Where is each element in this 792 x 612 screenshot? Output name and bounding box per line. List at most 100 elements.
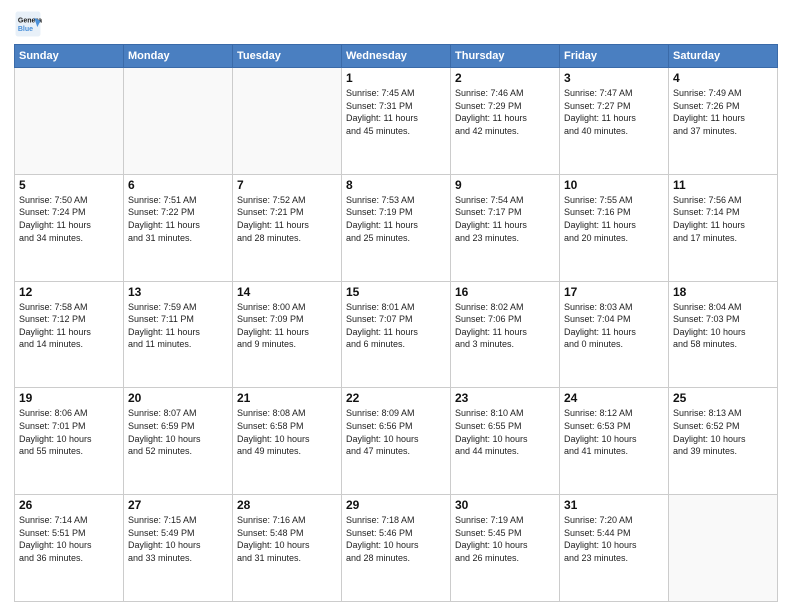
day-info: Sunrise: 7:53 AM Sunset: 7:19 PM Dayligh… bbox=[346, 194, 446, 244]
calendar-cell: 3Sunrise: 7:47 AM Sunset: 7:27 PM Daylig… bbox=[560, 68, 669, 175]
svg-text:Blue: Blue bbox=[18, 26, 33, 33]
calendar-week-0: 1 Sunrise: 7:45 AM Sunset: 7:31 PM Daylig… bbox=[15, 68, 778, 175]
day-info: Sunrise: 8:07 AM Sunset: 6:59 PM Dayligh… bbox=[128, 407, 228, 457]
calendar-cell: 16 Sunrise: 8:02 AM Sunset: 7:06 PM Dayli… bbox=[451, 281, 560, 388]
day-number: 20 bbox=[128, 391, 228, 405]
calendar-cell bbox=[15, 68, 124, 175]
day-number: 24 bbox=[564, 391, 664, 405]
day-number: 8 bbox=[346, 178, 446, 192]
calendar-cell: 4Sunrise: 7:49 AM Sunset: 7:26 PM Daylig… bbox=[669, 68, 778, 175]
day-number: 4 bbox=[673, 71, 773, 85]
calendar-cell: 30 Sunrise: 7:19 AM Sunset: 5:45 PM Dayli… bbox=[451, 495, 560, 602]
day-info: Sunrise: 7:19 AM Sunset: 5:45 PM Dayligh… bbox=[455, 514, 555, 564]
calendar-cell bbox=[233, 68, 342, 175]
calendar-cell: 15 Sunrise: 8:01 AM Sunset: 7:07 PM Dayli… bbox=[342, 281, 451, 388]
calendar-cell: 28Sunrise: 7:16 AM Sunset: 5:48 PM Dayli… bbox=[233, 495, 342, 602]
calendar-cell bbox=[669, 495, 778, 602]
day-info: Sunrise: 8:03 AM Sunset: 7:04 PM Dayligh… bbox=[564, 301, 664, 351]
day-number: 19 bbox=[19, 391, 119, 405]
calendar-header-monday: Monday bbox=[124, 45, 233, 68]
day-number: 25 bbox=[673, 391, 773, 405]
day-number: 17 bbox=[564, 285, 664, 299]
day-number: 27 bbox=[128, 498, 228, 512]
day-info: Sunrise: 8:09 AM Sunset: 6:56 PM Dayligh… bbox=[346, 407, 446, 457]
calendar-header-tuesday: Tuesday bbox=[233, 45, 342, 68]
day-info: Sunrise: 8:02 AM Sunset: 7:06 PM Dayligh… bbox=[455, 301, 555, 351]
day-info: Sunrise: 7:20 AM Sunset: 5:44 PM Dayligh… bbox=[564, 514, 664, 564]
calendar-cell: 18 Sunrise: 8:04 AM Sunset: 7:03 PM Dayli… bbox=[669, 281, 778, 388]
calendar-cell: 20 Sunrise: 8:07 AM Sunset: 6:59 PM Dayli… bbox=[124, 388, 233, 495]
calendar-cell: 2 Sunrise: 7:46 AM Sunset: 7:29 PM Daylig… bbox=[451, 68, 560, 175]
calendar-cell: 23 Sunrise: 8:10 AM Sunset: 6:55 PM Dayli… bbox=[451, 388, 560, 495]
day-info: Sunrise: 8:06 AM Sunset: 7:01 PM Dayligh… bbox=[19, 407, 119, 457]
day-number: 21 bbox=[237, 391, 337, 405]
calendar-cell: 31 Sunrise: 7:20 AM Sunset: 5:44 PM Dayli… bbox=[560, 495, 669, 602]
day-number: 1 bbox=[346, 71, 446, 85]
calendar-cell: 1 Sunrise: 7:45 AM Sunset: 7:31 PM Daylig… bbox=[342, 68, 451, 175]
calendar-header-row: SundayMondayTuesdayWednesdayThursdayFrid… bbox=[15, 45, 778, 68]
day-number: 31 bbox=[564, 498, 664, 512]
calendar-cell: 5Sunrise: 7:50 AM Sunset: 7:24 PM Daylig… bbox=[15, 174, 124, 281]
day-info: Sunrise: 8:00 AM Sunset: 7:09 PM Dayligh… bbox=[237, 301, 337, 351]
calendar-cell: 10 Sunrise: 7:55 AM Sunset: 7:16 PM Dayli… bbox=[560, 174, 669, 281]
day-info: Sunrise: 7:18 AM Sunset: 5:46 PM Dayligh… bbox=[346, 514, 446, 564]
calendar-cell: 24 Sunrise: 8:12 AM Sunset: 6:53 PM Dayli… bbox=[560, 388, 669, 495]
calendar-week-3: 19 Sunrise: 8:06 AM Sunset: 7:01 PM Dayli… bbox=[15, 388, 778, 495]
day-number: 26 bbox=[19, 498, 119, 512]
calendar-cell: 9 Sunrise: 7:54 AM Sunset: 7:17 PM Daylig… bbox=[451, 174, 560, 281]
calendar-cell: 25Sunrise: 8:13 AM Sunset: 6:52 PM Dayli… bbox=[669, 388, 778, 495]
day-info: Sunrise: 7:52 AM Sunset: 7:21 PM Dayligh… bbox=[237, 194, 337, 244]
day-number: 7 bbox=[237, 178, 337, 192]
calendar-cell: 6 Sunrise: 7:51 AM Sunset: 7:22 PM Daylig… bbox=[124, 174, 233, 281]
day-number: 16 bbox=[455, 285, 555, 299]
day-info: Sunrise: 8:04 AM Sunset: 7:03 PM Dayligh… bbox=[673, 301, 773, 351]
calendar-cell: 22Sunrise: 8:09 AM Sunset: 6:56 PM Dayli… bbox=[342, 388, 451, 495]
day-number: 15 bbox=[346, 285, 446, 299]
calendar-week-1: 5Sunrise: 7:50 AM Sunset: 7:24 PM Daylig… bbox=[15, 174, 778, 281]
calendar-cell: 13 Sunrise: 7:59 AM Sunset: 7:11 PM Dayli… bbox=[124, 281, 233, 388]
day-number: 9 bbox=[455, 178, 555, 192]
day-info: Sunrise: 8:01 AM Sunset: 7:07 PM Dayligh… bbox=[346, 301, 446, 351]
calendar-cell: 17 Sunrise: 8:03 AM Sunset: 7:04 PM Dayli… bbox=[560, 281, 669, 388]
day-info: Sunrise: 7:46 AM Sunset: 7:29 PM Dayligh… bbox=[455, 87, 555, 137]
header: General Blue bbox=[14, 10, 778, 38]
calendar-table: SundayMondayTuesdayWednesdayThursdayFrid… bbox=[14, 44, 778, 602]
day-info: Sunrise: 7:50 AM Sunset: 7:24 PM Dayligh… bbox=[19, 194, 119, 244]
calendar-cell: 8 Sunrise: 7:53 AM Sunset: 7:19 PM Daylig… bbox=[342, 174, 451, 281]
day-info: Sunrise: 7:55 AM Sunset: 7:16 PM Dayligh… bbox=[564, 194, 664, 244]
calendar-cell: 29 Sunrise: 7:18 AM Sunset: 5:46 PM Dayli… bbox=[342, 495, 451, 602]
calendar-cell: 27 Sunrise: 7:15 AM Sunset: 5:49 PM Dayli… bbox=[124, 495, 233, 602]
day-info: Sunrise: 7:58 AM Sunset: 7:12 PM Dayligh… bbox=[19, 301, 119, 351]
day-number: 13 bbox=[128, 285, 228, 299]
day-number: 18 bbox=[673, 285, 773, 299]
day-number: 28 bbox=[237, 498, 337, 512]
day-info: Sunrise: 7:15 AM Sunset: 5:49 PM Dayligh… bbox=[128, 514, 228, 564]
day-number: 30 bbox=[455, 498, 555, 512]
calendar-cell: 14 Sunrise: 8:00 AM Sunset: 7:09 PM Dayli… bbox=[233, 281, 342, 388]
day-number: 2 bbox=[455, 71, 555, 85]
calendar-cell: 7 Sunrise: 7:52 AM Sunset: 7:21 PM Daylig… bbox=[233, 174, 342, 281]
day-number: 12 bbox=[19, 285, 119, 299]
calendar-header-wednesday: Wednesday bbox=[342, 45, 451, 68]
calendar-header-sunday: Sunday bbox=[15, 45, 124, 68]
day-number: 29 bbox=[346, 498, 446, 512]
day-number: 11 bbox=[673, 178, 773, 192]
day-info: Sunrise: 7:51 AM Sunset: 7:22 PM Dayligh… bbox=[128, 194, 228, 244]
logo-icon: General Blue bbox=[14, 10, 42, 38]
day-info: Sunrise: 7:59 AM Sunset: 7:11 PM Dayligh… bbox=[128, 301, 228, 351]
day-info: Sunrise: 7:54 AM Sunset: 7:17 PM Dayligh… bbox=[455, 194, 555, 244]
day-info: Sunrise: 7:47 AM Sunset: 7:27 PM Dayligh… bbox=[564, 87, 664, 137]
day-number: 23 bbox=[455, 391, 555, 405]
calendar-cell: 26Sunrise: 7:14 AM Sunset: 5:51 PM Dayli… bbox=[15, 495, 124, 602]
day-info: Sunrise: 8:10 AM Sunset: 6:55 PM Dayligh… bbox=[455, 407, 555, 457]
day-info: Sunrise: 7:45 AM Sunset: 7:31 PM Dayligh… bbox=[346, 87, 446, 137]
day-number: 14 bbox=[237, 285, 337, 299]
day-number: 6 bbox=[128, 178, 228, 192]
page: General Blue SundayMondayTuesdayWednesda… bbox=[0, 0, 792, 612]
day-info: Sunrise: 7:56 AM Sunset: 7:14 PM Dayligh… bbox=[673, 194, 773, 244]
day-info: Sunrise: 8:12 AM Sunset: 6:53 PM Dayligh… bbox=[564, 407, 664, 457]
calendar-week-2: 12 Sunrise: 7:58 AM Sunset: 7:12 PM Dayli… bbox=[15, 281, 778, 388]
calendar-cell: 12 Sunrise: 7:58 AM Sunset: 7:12 PM Dayli… bbox=[15, 281, 124, 388]
day-number: 10 bbox=[564, 178, 664, 192]
calendar-cell: 19 Sunrise: 8:06 AM Sunset: 7:01 PM Dayli… bbox=[15, 388, 124, 495]
